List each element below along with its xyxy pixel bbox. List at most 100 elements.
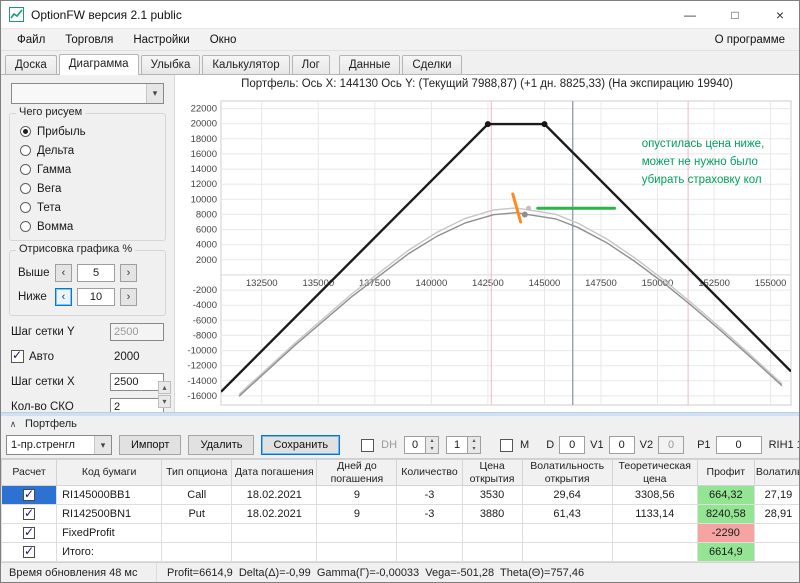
draw-option[interactable]: Вомма <box>18 217 157 236</box>
window-title: OptionFW версия 2.1 public <box>31 8 182 22</box>
auto-checkbox[interactable] <box>11 350 24 363</box>
column-header[interactable]: Волатильность открытия <box>522 460 612 486</box>
row-checkbox-cell <box>2 543 57 562</box>
column-header[interactable]: Волатильность <box>754 460 799 486</box>
scroll-down-icon[interactable]: ▾ <box>158 395 171 408</box>
spinner-down-icon[interactable]: ▾ <box>468 445 480 453</box>
import-button[interactable]: Импорт <box>119 435 181 455</box>
draw-option[interactable]: Вега <box>18 179 157 198</box>
row-checkbox[interactable] <box>23 546 35 558</box>
save-button[interactable]: Сохранить <box>261 435 340 455</box>
table-row[interactable]: RI145000BB1Call18.02.20219-3353029,64330… <box>2 486 800 505</box>
menu-about[interactable]: О программе <box>707 31 793 49</box>
row-checkbox[interactable] <box>23 527 35 539</box>
spinner-down-icon[interactable]: ▾ <box>426 445 438 453</box>
tab[interactable]: Данные <box>339 55 401 74</box>
dh-spinner-1-value[interactable]: 0 <box>404 436 426 454</box>
tab[interactable]: Улыбка <box>141 55 201 74</box>
field-input[interactable]: 0 <box>559 436 585 454</box>
svg-text:10000: 10000 <box>191 194 217 205</box>
menu-item[interactable]: Настройки <box>123 31 199 49</box>
field-label: V1 <box>590 439 603 451</box>
below-increment-button[interactable]: › <box>120 288 137 306</box>
table-cell <box>612 524 697 543</box>
table-cell: 61,43 <box>522 505 612 524</box>
grid-step-y-input[interactable]: 2500 <box>110 323 164 341</box>
m-checkbox[interactable] <box>500 439 513 452</box>
chart-svg[interactable]: 2200020000180001600014000120001000080006… <box>175 93 799 411</box>
close-button[interactable]: × <box>761 1 799 29</box>
row-checkbox[interactable] <box>23 508 35 520</box>
dh-spinner-2-arrows[interactable]: ▴▾ <box>468 436 481 454</box>
table-cell <box>317 543 397 562</box>
above-value[interactable]: 5 <box>77 264 115 282</box>
collapse-panel-icon[interactable]: ∧ <box>6 419 20 430</box>
table-row[interactable]: FixedProfit-2290 <box>2 524 800 543</box>
table-cell: 18.02.2021 <box>232 505 317 524</box>
draw-option[interactable]: Прибыль <box>18 122 157 141</box>
below-value[interactable]: 10 <box>77 288 115 306</box>
tab[interactable]: Лог <box>292 55 330 74</box>
column-header[interactable]: Профит <box>697 460 754 486</box>
table-row[interactable]: Итого:6614,9 <box>2 543 800 562</box>
menu-item[interactable]: Окно <box>200 31 247 49</box>
auto-row: Авто 2000 <box>11 347 164 366</box>
dh-spinner-2[interactable]: 1 ▴▾ <box>446 436 481 454</box>
sidebar-scrollbar: ▴ ▾ <box>158 381 171 408</box>
above-increment-button[interactable]: › <box>120 264 137 282</box>
title-bar: OptionFW версия 2.1 public — □ × <box>1 1 799 29</box>
column-header[interactable]: Код бумаги <box>57 460 162 486</box>
instrument-label: RIH1 14 <box>769 439 799 451</box>
draw-option[interactable]: Дельта <box>18 141 157 160</box>
sko-count-input[interactable]: 2 <box>110 398 164 413</box>
tab[interactable]: Калькулятор <box>202 55 289 74</box>
svg-text:20000: 20000 <box>191 119 217 130</box>
column-header[interactable]: Количество <box>397 460 462 486</box>
strategy-dropdown[interactable]: 1-пр.стренгл ▾ <box>6 435 112 455</box>
draw-type-dropdown[interactable]: ▾ <box>11 83 164 104</box>
scroll-up-icon[interactable]: ▴ <box>158 381 171 394</box>
dh-checkbox[interactable] <box>361 439 374 452</box>
field-input[interactable]: 0 <box>716 436 762 454</box>
field-input[interactable]: 0 <box>658 436 684 454</box>
table-cell <box>232 543 317 562</box>
delete-button[interactable]: Удалить <box>188 435 254 455</box>
dh-spinner-1-arrows[interactable]: ▴▾ <box>426 436 439 454</box>
grid-step-x-label: Шаг сетки X <box>11 376 105 388</box>
maximize-button[interactable]: □ <box>716 1 754 29</box>
render-group: Отрисовка графика % Выше ‹ 5 › Ниже ‹ 10… <box>9 250 166 316</box>
table-cell: FixedProfit <box>57 524 162 543</box>
field-label: V2 <box>640 439 653 451</box>
menu-item[interactable]: Торговля <box>55 31 123 49</box>
field-input[interactable]: 0 <box>609 436 635 454</box>
menu-item[interactable]: Файл <box>7 31 55 49</box>
table-cell: Call <box>162 486 232 505</box>
draw-option-label: Вега <box>37 183 61 195</box>
spinner-up-icon[interactable]: ▴ <box>468 437 480 445</box>
column-header[interactable]: Дней до погашения <box>317 460 397 486</box>
grid-step-x-input[interactable]: 2500 <box>110 373 164 391</box>
column-header[interactable]: Теоретическая цена <box>612 460 697 486</box>
dh-spinner-1[interactable]: 0 ▴▾ <box>404 436 439 454</box>
tab[interactable]: Доска <box>5 55 57 74</box>
column-header[interactable]: Цена открытия <box>462 460 522 486</box>
draw-option[interactable]: Гамма <box>18 160 157 179</box>
column-header[interactable]: Тип опциона <box>162 460 232 486</box>
above-decrement-button[interactable]: ‹ <box>55 264 72 282</box>
column-header[interactable]: Дата погашения <box>232 460 317 486</box>
dh-spinner-2-value[interactable]: 1 <box>446 436 468 454</box>
below-decrement-button[interactable]: ‹ <box>55 288 72 306</box>
draw-option-label: Вомма <box>37 221 73 233</box>
draw-option[interactable]: Тета <box>18 198 157 217</box>
row-checkbox[interactable] <box>23 489 35 501</box>
column-header[interactable]: Расчет <box>2 460 57 486</box>
table-row[interactable]: RI142500BN1Put18.02.20219-3388061,431133… <box>2 505 800 524</box>
tab[interactable]: Сделки <box>402 55 461 74</box>
strategy-dropdown-value: 1-пр.стренгл <box>7 439 94 451</box>
spinner-up-icon[interactable]: ▴ <box>426 437 438 445</box>
portfolio-toolbar: 1-пр.стренгл ▾ Импорт Удалить Сохранить … <box>1 432 799 458</box>
table-cell: -3 <box>397 486 462 505</box>
minimize-button[interactable]: — <box>671 1 709 29</box>
tab[interactable]: Диаграмма <box>59 54 139 75</box>
below-row: Ниже ‹ 10 › <box>18 287 157 307</box>
